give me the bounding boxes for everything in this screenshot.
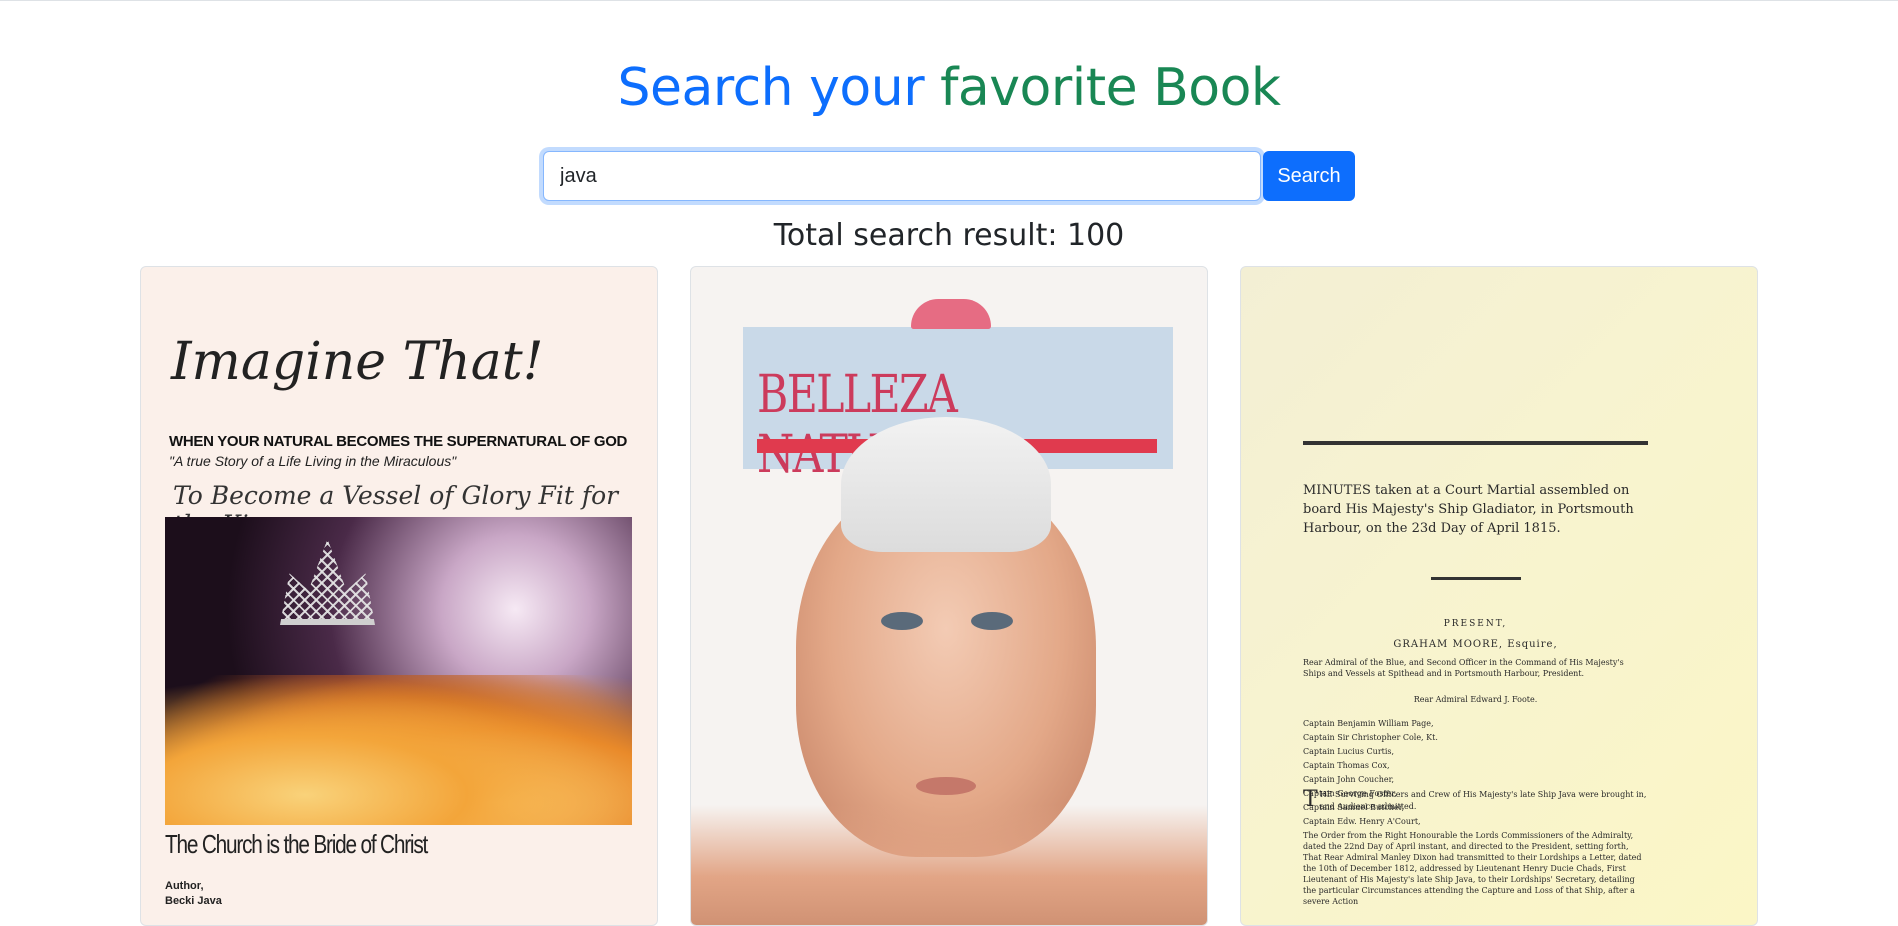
result-count: Total search result: 100 [773, 218, 1125, 253]
flowers-image [165, 675, 632, 825]
cover-author: Author, Becki Java [165, 879, 222, 909]
captains-left: Captain Benjamin William Page, Captain S… [1303, 717, 1493, 773]
book-grid: Imagine That! WHEN YOUR NATURAL BECOMES … [140, 266, 1760, 926]
cover-president: GRAHAM MOORE, Esquire, [1393, 639, 1558, 650]
captain: Captain John Coucher, [1303, 775, 1395, 784]
cover-minutes: MINUTES taken at a Court Martial assembl… [1303, 483, 1634, 536]
cover-present: PRESENT, [1443, 619, 1508, 629]
captain: Captain Benjamin William Page, [1303, 719, 1434, 728]
captain: Captain Thomas Cox, [1303, 761, 1390, 770]
title-part-blue: Search your [617, 58, 925, 118]
book-cover: Imagine That! WHEN YOUR NATURAL BECOMES … [141, 267, 657, 925]
cover-bottom-title: The Church is the Bride of Christ [165, 829, 428, 859]
book-cover: BELLEZA NATURAL [691, 267, 1207, 925]
hands-image [691, 805, 1207, 925]
cover-tagline: "A true Story of a Life Living in the Mi… [169, 453, 457, 469]
title-part-green: favorite Book [940, 58, 1281, 118]
surviving-text: HE Surviving Officers and Crew of His Ma… [1319, 790, 1647, 811]
top-divider [0, 0, 1898, 1]
cover-rear-admiral-2: Rear Admiral Edward J. Foote. [1413, 695, 1538, 704]
author-name: Becki Java [165, 895, 222, 907]
book-card[interactable]: MINUTES taken at a Court Martial assembl… [1240, 266, 1758, 926]
top-rule [1303, 441, 1648, 445]
captain: Captain Lucius Curtis, [1303, 747, 1395, 756]
cover-surviving: T HE Surviving Officers and Crew of His M… [1303, 789, 1648, 813]
book-card[interactable]: Imagine That! WHEN YOUR NATURAL BECOMES … [140, 266, 658, 926]
search-input[interactable] [543, 151, 1261, 201]
search-form: Search [543, 151, 1356, 201]
book-card[interactable]: BELLEZA NATURAL [690, 266, 1208, 926]
headband-image [841, 417, 1051, 552]
eye-left [881, 612, 923, 630]
drop-cap: T [1303, 787, 1318, 812]
publisher-logo [911, 299, 991, 329]
cover-image [165, 517, 632, 825]
search-button[interactable]: Search [1263, 151, 1355, 201]
eye-right [971, 612, 1013, 630]
captain: Captain Edw. Henry A'Court, [1303, 817, 1421, 826]
crown-image [280, 539, 375, 625]
cover-title: Imagine That! [171, 332, 544, 392]
author-label: Author, [165, 880, 204, 892]
book-cover: MINUTES taken at a Court Martial assembl… [1241, 267, 1757, 925]
page-title: Search your favorite Book [0, 58, 1898, 118]
cover-order: The Order from the Right Honourable the … [1303, 831, 1642, 906]
cover-rear-admiral: Rear Admiral of the Blue, and Second Off… [1303, 658, 1624, 678]
divider-ornament [1431, 577, 1521, 580]
captain: Captain Sir Christopher Cole, Kt. [1303, 733, 1438, 742]
lips [916, 777, 976, 795]
cover-subtitle: WHEN YOUR NATURAL BECOMES THE SUPERNATUR… [169, 433, 628, 450]
